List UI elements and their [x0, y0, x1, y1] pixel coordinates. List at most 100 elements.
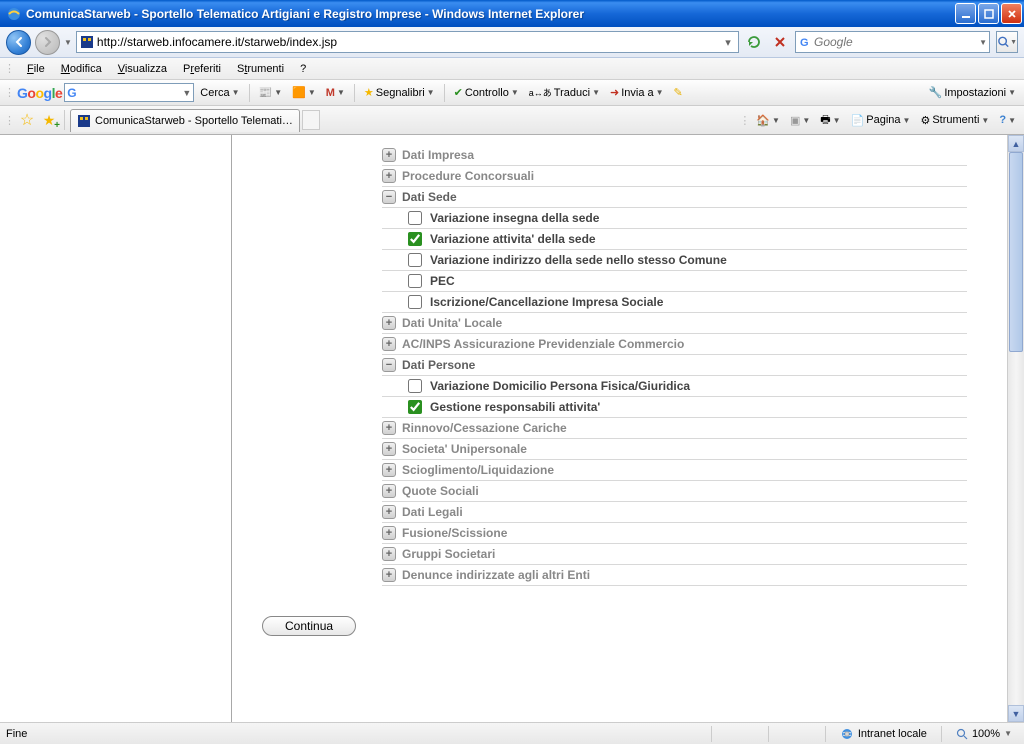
expand-icon[interactable]: +: [382, 169, 396, 183]
checkbox-row: Iscrizione/Cancellazione Impresa Sociale: [382, 292, 967, 313]
section-header[interactable]: −Dati Sede: [382, 187, 967, 208]
cerca-button[interactable]: Cerca ▼: [196, 85, 243, 101]
help-button[interactable]: ?▼: [995, 112, 1020, 128]
status-bar: Fine Intranet locale 100% ▼: [0, 722, 1024, 744]
minimize-button[interactable]: [955, 3, 976, 24]
invia-button[interactable]: ➜ Invia a▼: [606, 84, 668, 101]
search-provider-dropdown-icon[interactable]: ▼: [979, 38, 987, 47]
add-favorite-button[interactable]: ★+: [39, 110, 59, 130]
google-toolbar: ⋮ Google G ▼ Cerca ▼ 📰▼ 🟧▼ M▼ ★ Segnalib…: [0, 80, 1024, 106]
expand-icon[interactable]: +: [382, 316, 396, 330]
close-button[interactable]: [1001, 3, 1022, 24]
expand-icon[interactable]: +: [382, 148, 396, 162]
vertical-scrollbar[interactable]: ▲ ▼: [1007, 135, 1024, 722]
impostazioni-button[interactable]: 🔧 Impostazioni▼: [925, 84, 1020, 101]
browser-tab[interactable]: ComunicaStarweb - Sportello Telematico A…: [70, 109, 300, 132]
option-checkbox[interactable]: [408, 295, 422, 309]
section-header[interactable]: −Dati Persone: [382, 355, 967, 376]
menu-visualizza[interactable]: Visualizza: [110, 61, 175, 77]
option-checkbox[interactable]: [408, 400, 422, 414]
search-go-button[interactable]: ▼: [996, 31, 1018, 53]
scroll-thumb[interactable]: [1009, 152, 1023, 352]
option-checkbox[interactable]: [408, 274, 422, 288]
collapse-icon[interactable]: −: [382, 190, 396, 204]
section-header[interactable]: +Scioglimento/Liquidazione: [382, 460, 967, 481]
address-dropdown-icon[interactable]: ▾: [720, 36, 736, 49]
home-button[interactable]: 🏠▼: [752, 112, 784, 129]
section-header[interactable]: +Rinnovo/Cessazione Cariche: [382, 418, 967, 439]
section-header[interactable]: +Quote Sociali: [382, 481, 967, 502]
print-button[interactable]: 🖶▼: [816, 109, 844, 132]
highlight-button[interactable]: ✎: [670, 84, 687, 101]
expand-icon[interactable]: +: [382, 484, 396, 498]
scroll-down-icon[interactable]: ▼: [1008, 705, 1024, 722]
feeds-button[interactable]: ▣▼: [786, 112, 814, 129]
expand-icon[interactable]: +: [382, 337, 396, 351]
strumenti-button[interactable]: ⚙ Strumenti ▼: [916, 112, 993, 129]
google-search-box[interactable]: G ▼: [64, 83, 194, 102]
wrench-icon: 🔧: [929, 86, 943, 99]
section-header[interactable]: +Procedure Concorsuali: [382, 166, 967, 187]
zoom-dropdown-icon[interactable]: ▼: [1004, 729, 1012, 738]
section-header[interactable]: +Dati Impresa: [382, 145, 967, 166]
browser-search-box[interactable]: G ▼: [795, 31, 990, 53]
expand-icon[interactable]: +: [382, 505, 396, 519]
section-header[interactable]: +Gruppi Societari: [382, 544, 967, 565]
expand-icon[interactable]: +: [382, 568, 396, 582]
continua-button[interactable]: Continua: [262, 616, 356, 636]
option-checkbox[interactable]: [408, 253, 422, 267]
option-checkbox[interactable]: [408, 211, 422, 225]
url-input[interactable]: [97, 35, 720, 49]
expand-icon[interactable]: +: [382, 547, 396, 561]
traduci-button[interactable]: a↔あ Traduci▼: [525, 84, 604, 101]
section-header[interactable]: +Dati Legali: [382, 502, 967, 523]
section-header[interactable]: +Fusione/Scissione: [382, 523, 967, 544]
google-search-dropdown-icon[interactable]: ▼: [182, 88, 191, 98]
cmd-grip-icon[interactable]: ⋮: [739, 114, 750, 127]
expand-icon[interactable]: +: [382, 463, 396, 477]
menu-preferiti[interactable]: Preferiti: [175, 61, 229, 77]
segnalibri-button[interactable]: ★ Segnalibri▼: [360, 84, 439, 101]
menu-modifica[interactable]: Modifica: [53, 61, 110, 77]
svg-text:G: G: [800, 37, 809, 49]
browser-search-input[interactable]: [814, 35, 979, 49]
news-button[interactable]: 📰▼: [255, 84, 287, 101]
new-tab-button[interactable]: [302, 110, 320, 130]
scroll-up-icon[interactable]: ▲: [1008, 135, 1024, 152]
address-bar[interactable]: ▾: [76, 31, 739, 53]
menu-file[interactable]: FFileile: [19, 61, 53, 77]
collapse-icon[interactable]: −: [382, 358, 396, 372]
expand-icon[interactable]: +: [382, 442, 396, 456]
expand-icon[interactable]: +: [382, 526, 396, 540]
section-header[interactable]: +AC/INPS Assicurazione Previdenziale Com…: [382, 334, 967, 355]
toolbar-grip-icon[interactable]: ⋮: [4, 86, 15, 99]
menu-bar: ⋮ FFileile Modifica Visualizza Preferiti…: [0, 58, 1024, 80]
controllo-button[interactable]: ✔ Controllo▼: [450, 84, 523, 101]
refresh-button[interactable]: [743, 31, 765, 53]
menu-grip-icon[interactable]: ⋮: [4, 62, 15, 75]
menu-strumenti[interactable]: Strumenti: [229, 61, 292, 77]
expand-icon[interactable]: +: [382, 421, 396, 435]
blocks-button[interactable]: 🟧▼: [288, 84, 320, 101]
menu-help[interactable]: ?: [292, 61, 314, 77]
gmail-button[interactable]: M▼: [322, 85, 349, 101]
favrow-grip-icon[interactable]: ⋮: [4, 114, 15, 127]
section-header[interactable]: +Denunce indirizzate agli altri Enti: [382, 565, 967, 586]
navigation-bar: ▼ ▾ G ▼ ▼: [0, 27, 1024, 58]
back-button[interactable]: [6, 30, 31, 55]
option-checkbox[interactable]: [408, 232, 422, 246]
stop-button[interactable]: [769, 31, 791, 53]
google-search-provider-icon: G: [798, 35, 812, 49]
spellcheck-icon: ✔: [454, 86, 463, 99]
help-icon: ?: [999, 114, 1006, 126]
forward-button[interactable]: [35, 30, 60, 55]
checkbox-label: Variazione Domicilio Persona Fisica/Giur…: [430, 379, 690, 393]
checkbox-label: Variazione indirizzo della sede nello st…: [430, 253, 727, 267]
section-header[interactable]: +Dati Unita' Locale: [382, 313, 967, 334]
nav-dropdown-icon[interactable]: ▼: [64, 38, 72, 47]
favorites-star-button[interactable]: ☆: [17, 110, 37, 130]
option-checkbox[interactable]: [408, 379, 422, 393]
pagina-button[interactable]: 📄 Pagina ▼: [847, 112, 915, 129]
maximize-button[interactable]: [978, 3, 999, 24]
section-header[interactable]: +Societa' Unipersonale: [382, 439, 967, 460]
